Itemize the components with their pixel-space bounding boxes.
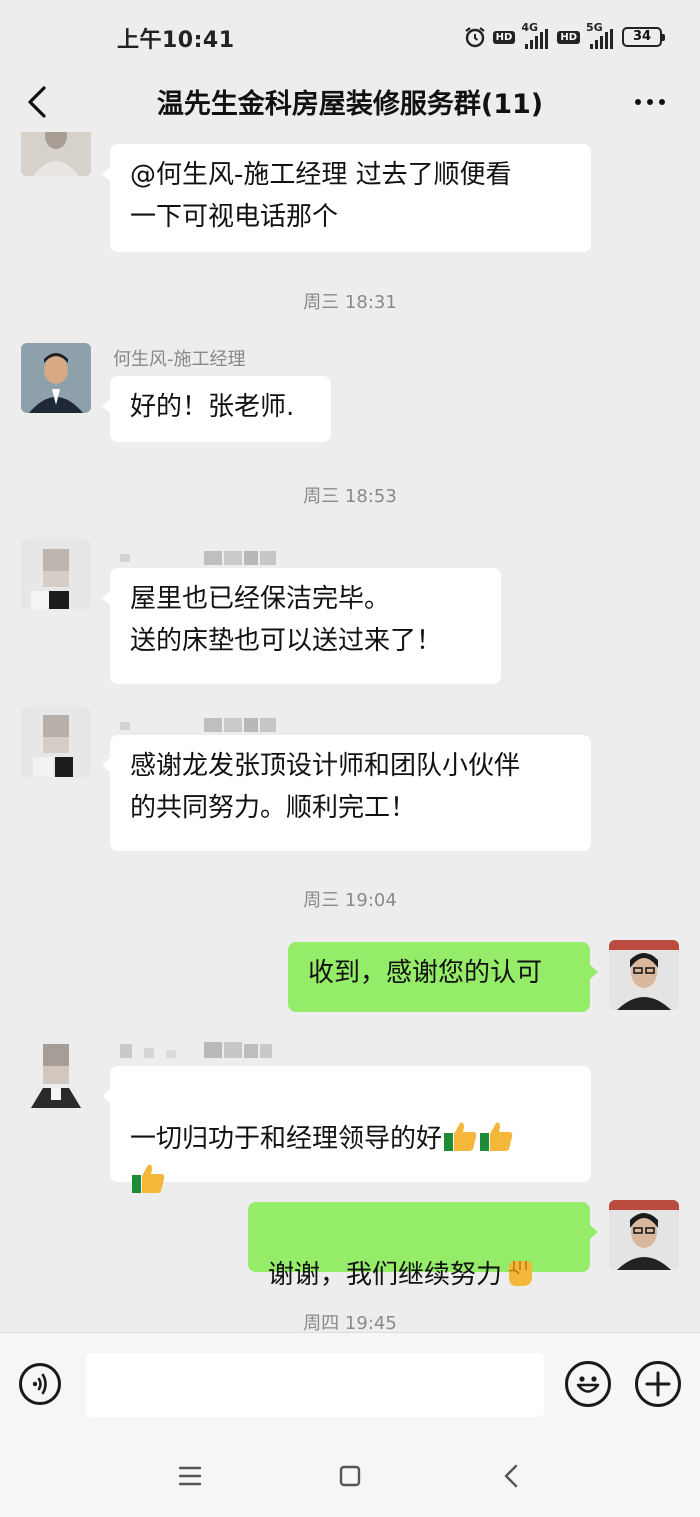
my-avatar[interactable]: [609, 1200, 679, 1270]
nav-menu-button[interactable]: [170, 1458, 210, 1494]
avatar[interactable]: [21, 707, 91, 777]
chat-title: 温先生金科房屋装修服务群(11): [156, 89, 544, 120]
message-bubble[interactable]: 感谢龙发张顶设计师和团队小伙伴 的共同努力。顺利完工！: [102, 735, 591, 851]
sender-name-redacted: [120, 550, 280, 565]
my-avatar[interactable]: [609, 940, 679, 1010]
system-nav-bar: [0, 1440, 700, 1517]
message-bubble-outgoing[interactable]: 谢谢，我们继续努力: [248, 1202, 598, 1290]
plus-icon: [645, 1371, 671, 1397]
more-dots-icon: [635, 99, 665, 105]
more-button[interactable]: [630, 84, 670, 120]
voice-icon: [32, 1373, 47, 1395]
message-bubble[interactable]: @何生风-施工经理 过去了顺便看 一下可视电话那个: [102, 144, 591, 252]
message-text: 一切归功于和经理领导的好: [130, 1124, 443, 1154]
avatar[interactable]: [21, 132, 91, 176]
thumbs-up-icon: [132, 1164, 165, 1193]
timestamp: 周三 18:31: [303, 292, 397, 313]
menu-icon: [178, 1466, 202, 1486]
avatar[interactable]: [21, 343, 91, 413]
hd-badge-1: HD: [492, 30, 516, 44]
plus-button[interactable]: [635, 1361, 681, 1407]
message-bubble[interactable]: 一切归功于和经理领导的好: [102, 1066, 591, 1193]
emoji-icon: [576, 1376, 600, 1393]
back-arrow-icon: [504, 1464, 518, 1488]
home-square-icon: [339, 1465, 361, 1487]
alarm-icon: [464, 27, 485, 48]
message-input[interactable]: [86, 1353, 544, 1417]
status-icons: HD 4G HD 5G 34: [463, 21, 665, 52]
thumbs-up-icon: [444, 1122, 477, 1151]
nav-back-button[interactable]: [492, 1458, 532, 1494]
hd-badge-2: HD: [557, 30, 580, 44]
status-bar: 上午10:41 HD 4G HD 5G 34: [0, 0, 700, 72]
nav-home-button[interactable]: [330, 1458, 370, 1494]
chat-area[interactable]: @何生风-施工经理 过去了顺便看 一下可视电话那个 周三 18:31 何生风-施…: [0, 132, 700, 1332]
sender-name-redacted: [120, 1042, 280, 1058]
chat-header: 温先生金科房屋装修服务群(11): [0, 72, 700, 132]
message-bubble-outgoing[interactable]: 收到，感谢您的认可: [288, 942, 598, 1012]
battery-icon: 34: [622, 27, 665, 47]
sender-name-redacted: [120, 717, 280, 732]
signal-5g-icon: 5G: [586, 21, 616, 49]
timestamp: 周三 19:04: [303, 890, 397, 911]
status-time: 上午10:41: [117, 28, 235, 53]
emoji-button[interactable]: [565, 1361, 611, 1407]
signal-4g-icon: 4G: [521, 21, 551, 49]
message-text: 谢谢，我们继续努力: [268, 1260, 503, 1290]
message-bubble[interactable]: 屋里也已经保洁完毕。 送的床垫也可以送过来了！: [102, 568, 501, 684]
fist-icon: [508, 1261, 533, 1286]
thumbs-up-icon: [480, 1122, 513, 1151]
avatar[interactable]: [21, 1038, 91, 1108]
input-bar: [0, 1332, 700, 1441]
avatar[interactable]: [21, 539, 91, 609]
message-bubble[interactable]: 好的！张老师.: [102, 376, 331, 442]
voice-button[interactable]: [19, 1363, 61, 1405]
timestamp: 周三 18:53: [303, 486, 397, 507]
timestamp: 周四 19:45: [303, 1313, 397, 1332]
sender-name: 何生风-施工经理: [113, 349, 246, 370]
